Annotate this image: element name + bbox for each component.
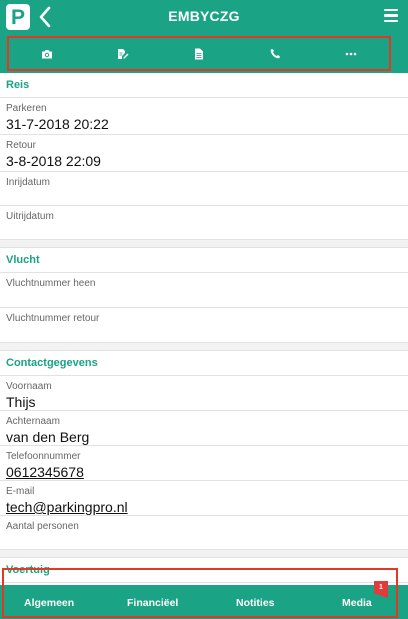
field-label: Aantal personen [6, 521, 79, 532]
field-value: 3-8-2018 22:09 [6, 153, 101, 169]
tab-media[interactable]: Media [342, 597, 372, 609]
phone-link[interactable]: 0612345678 [6, 464, 408, 481]
tab-financieel[interactable]: Financiëel [127, 597, 178, 609]
menu-bar-icon [384, 14, 398, 17]
field-inrijdatum: Inrijdatum [0, 172, 408, 206]
field-label: Telefoonnummer [6, 451, 81, 462]
section-divider [0, 240, 408, 248]
menu-bar-icon [384, 9, 398, 12]
field-label: Retour [6, 140, 37, 151]
menu-bar-icon [384, 19, 398, 23]
bottom-tab-bar: Algemeen Financiëel Notities Media 1 [0, 568, 408, 619]
field-voornaam: Voornaam Thijs [0, 376, 408, 411]
field-label: Voornaam [6, 381, 52, 392]
camera-button[interactable] [27, 40, 67, 68]
tab-list: Algemeen Financiëel Notities Media [0, 585, 408, 619]
detail-content[interactable]: Reis Parkeren 31-7-2018 20:22 Retour 3-8… [0, 73, 408, 585]
field-telefoonnummer: Telefoonnummer 0612345678 [0, 446, 408, 481]
field-label: E-mail [6, 486, 35, 497]
field-parkeren: Parkeren 31-7-2018 20:22 [0, 98, 408, 135]
email-link[interactable]: tech@parkingpro.nl [6, 499, 408, 516]
field-aantal-personen: Aantal personen [0, 516, 408, 550]
field-label: Inrijdatum [6, 177, 50, 188]
field-retour: Retour 3-8-2018 22:09 [0, 135, 408, 172]
field-value: 31-7-2018 20:22 [6, 116, 109, 132]
page-title: EMBYCZG [168, 8, 240, 24]
document-button[interactable] [179, 40, 219, 68]
phone-button[interactable] [255, 40, 295, 68]
action-toolbar [0, 34, 408, 73]
tab-algemeen[interactable]: Algemeen [24, 597, 74, 609]
section-divider [0, 343, 408, 351]
section-title-reis: Reis [0, 73, 408, 98]
field-vluchtnummer-heen: Vluchtnummer heen [0, 273, 408, 308]
tab-notities[interactable]: Notities [236, 597, 275, 609]
camera-icon [42, 49, 52, 58]
field-label: Vluchtnummer retour [6, 313, 100, 324]
menu-button[interactable] [384, 9, 398, 25]
section-divider [0, 550, 408, 558]
field-vluchtnummer-retour: Vluchtnummer retour [0, 308, 408, 343]
field-label: Uitrijdatum [6, 211, 54, 222]
section-title-contact: Contactgegevens [0, 351, 408, 376]
section-title-voertuig: Voertuig [0, 558, 408, 583]
field-label: Parkeren [6, 103, 47, 114]
document-icon [195, 48, 203, 59]
edit-document-button[interactable] [103, 40, 143, 68]
more-icon [345, 52, 357, 55]
field-email: E-mail tech@parkingpro.nl [0, 481, 408, 516]
field-achternaam: Achternaam van den Berg [0, 411, 408, 446]
field-value: van den Berg [6, 429, 90, 445]
field-uitrijdatum: Uitrijdatum [0, 206, 408, 240]
more-button[interactable] [331, 40, 371, 68]
action-toolbar-highlight [7, 36, 391, 71]
top-bar: P EMBYCZG [0, 0, 408, 34]
field-value: Thijs [6, 394, 36, 410]
edit-document-icon [118, 48, 129, 59]
section-title-vlucht: Vlucht [0, 248, 408, 273]
field-label: Vluchtnummer heen [6, 278, 96, 289]
field-label: Achternaam [6, 416, 60, 427]
phone-icon [270, 48, 280, 59]
